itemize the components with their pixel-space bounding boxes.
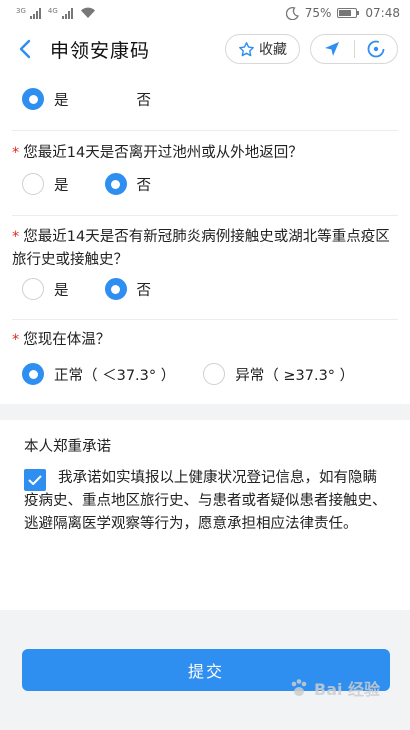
star-icon	[239, 41, 254, 56]
q1-option-yes[interactable]: 是	[22, 173, 69, 195]
radio-selected-icon[interactable]	[22, 88, 44, 110]
q3-option-normal[interactable]: 正常（ ＜37.3° ）	[22, 363, 175, 385]
favorite-button[interactable]: 收藏	[225, 34, 300, 64]
favorite-label: 收藏	[259, 42, 287, 58]
q2-option-yes[interactable]: 是	[22, 278, 69, 300]
q3-option-abnormal[interactable]: 异常（ ≥37.3° ）	[203, 363, 354, 385]
radio-unselected-icon[interactable]	[104, 88, 127, 110]
q2-option-no[interactable]: 否	[104, 278, 151, 300]
status-bar: 3G 4G 75% 07:48	[0, 0, 410, 26]
wifi-icon	[80, 7, 95, 19]
q0-option-no[interactable]: 否	[104, 88, 151, 110]
header: 申领安康码 收藏	[0, 26, 410, 72]
health-form: 是 否 * 您最近14天是否离开过池州或从外地返回？ 是 否 * 您最近14天是否有…	[0, 72, 410, 404]
capsule-menu	[310, 34, 398, 64]
promise-section: 本人郑重承诺 我承诺如实填报以上健康状况登记信息，如有隐瞒疫病史、重点地区旅行史…	[0, 420, 410, 610]
location-arrow-icon	[325, 42, 340, 56]
battery-percent: 75%	[304, 6, 332, 20]
network-label-1: 3G	[16, 7, 26, 15]
close-miniapp-button[interactable]	[355, 35, 398, 63]
battery-icon	[337, 8, 360, 18]
question-2-options: 是 否	[22, 277, 151, 301]
radio-selected-icon[interactable]	[104, 173, 127, 195]
q0-option-yes[interactable]: 是	[22, 88, 69, 110]
signal-icon-2	[61, 7, 73, 19]
question-1-title: * 您最近14天是否离开过池州或从外地返回？	[12, 145, 303, 161]
promise-text: 我承诺如实填报以上健康状况登记信息，如有隐瞒疫病史、重点地区旅行史、与患者或者疑…	[24, 470, 387, 532]
divider	[12, 130, 398, 131]
required-mark: *	[12, 229, 20, 245]
question-3-title: * 您现在体温？	[12, 332, 111, 348]
radio-unselected-icon[interactable]	[22, 173, 44, 195]
required-mark: *	[12, 145, 20, 161]
radio-unselected-icon[interactable]	[203, 363, 226, 385]
close-circle-icon	[367, 40, 385, 58]
radio-selected-icon[interactable]	[22, 363, 44, 385]
paw-icon	[291, 679, 307, 696]
moon-icon	[285, 6, 299, 20]
back-arrow-icon[interactable]	[12, 34, 38, 64]
network-label-2: 4G	[47, 7, 58, 15]
watermark: Bai 经验	[288, 676, 380, 700]
signal-area: 3G 4G	[16, 7, 96, 19]
radio-unselected-icon[interactable]	[22, 278, 44, 300]
clock: 07:48	[365, 6, 400, 20]
promise-title: 本人郑重承诺	[24, 439, 111, 455]
required-mark: *	[12, 332, 20, 348]
question-2-title: * 您最近14天是否有新冠肺炎病例接触史或湖北等重点疫区旅行史或接触史？	[12, 229, 390, 268]
location-button[interactable]	[311, 35, 354, 63]
radio-selected-icon[interactable]	[104, 278, 127, 300]
watermark-text: Bai 经验	[314, 680, 381, 699]
divider	[12, 319, 398, 320]
q1-option-no[interactable]: 否	[104, 173, 151, 195]
divider	[12, 215, 398, 216]
page-title: 申领安康码	[50, 39, 151, 62]
question-0-options: 是 否	[22, 87, 151, 111]
question-3-options: 正常（ ＜37.3° ） 异常（ ≥37.3° ）	[22, 362, 354, 386]
question-1-options: 是 否	[22, 172, 151, 196]
signal-icon	[29, 7, 41, 19]
